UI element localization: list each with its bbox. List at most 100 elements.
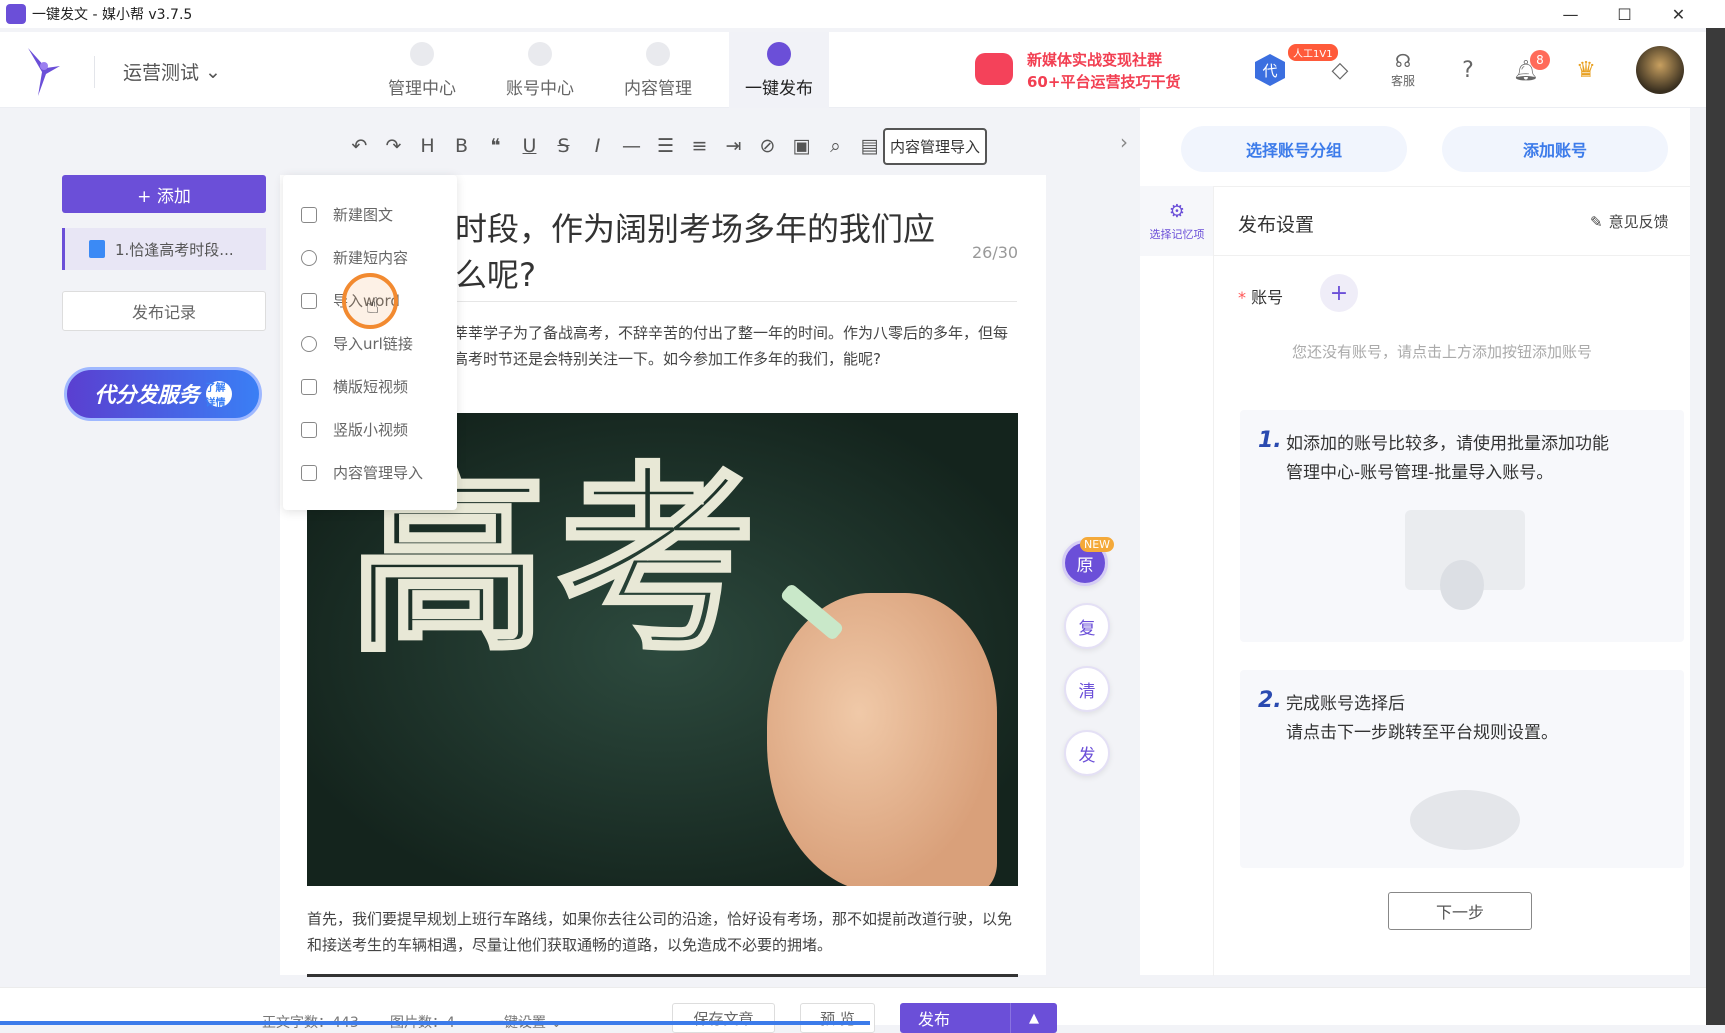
article-title-input[interactable]: 时段，作为阔别考场多年的我们应么呢?: [455, 206, 945, 298]
heading-icon[interactable]: H: [418, 135, 437, 157]
feedback-link[interactable]: ✎ 意见反馈: [1590, 211, 1669, 232]
workspace-selector[interactable]: 运营测试 ⌄: [123, 58, 221, 85]
close-button[interactable]: ✕: [1651, 0, 1706, 28]
tip-text: 完成账号选择后 请点击下一步跳转至平台规则设置。: [1286, 694, 1558, 743]
promo-banner[interactable]: 新媒体实战变现社群 60+平台运营技巧干货: [975, 47, 1190, 91]
service-badge: 了解详情: [205, 381, 232, 409]
workspace-label: 运营测试: [123, 62, 200, 84]
avatar[interactable]: [1636, 46, 1684, 94]
document-icon: [89, 240, 105, 258]
customer-service-button[interactable]: ☊ 客服: [1385, 51, 1421, 88]
distribution-service-banner[interactable]: 代分发服务 了解详情: [64, 367, 262, 421]
menu-new-article[interactable]: 新建图文: [283, 193, 457, 236]
window-edge: [1706, 28, 1725, 1025]
rail-label: 选择记忆项: [1149, 227, 1205, 241]
settings-title: 发布设置: [1238, 214, 1315, 236]
add-account-icon[interactable]: +: [1320, 274, 1358, 312]
app-icon: [6, 4, 26, 24]
link-icon: [301, 335, 317, 352]
divider: [1140, 186, 1690, 187]
settings-rail-item[interactable]: ⚙ 选择记忆项: [1140, 186, 1214, 256]
publish-options-button[interactable]: ▲: [1010, 1003, 1057, 1033]
align-icon[interactable]: ≡: [690, 135, 709, 157]
publish-history-button[interactable]: 发布记录: [62, 291, 266, 331]
tip-card-2: 2. 完成账号选择后 请点击下一步跳转至平台规则设置。: [1240, 670, 1684, 868]
maximize-button[interactable]: ☐: [1597, 0, 1652, 28]
copy-button[interactable]: 复: [1064, 603, 1110, 649]
redo-icon[interactable]: ↷: [384, 135, 403, 157]
send-button[interactable]: 发: [1064, 730, 1110, 776]
image-icon[interactable]: ▣: [792, 135, 811, 157]
document-icon[interactable]: ▤: [860, 135, 879, 157]
tip-text: 如添加的账号比较多，请使用批量添加功能 管理中心-账号管理-批量导入账号。: [1286, 434, 1609, 483]
headset-icon: ☊: [1395, 51, 1411, 72]
diamond-icon[interactable]: ◇: [1322, 52, 1358, 88]
divider: [1214, 255, 1690, 256]
crown-icon[interactable]: ♛: [1568, 52, 1604, 88]
next-step-button[interactable]: 下一步: [1388, 892, 1532, 930]
menu-content-import[interactable]: 内容管理导入: [283, 451, 457, 494]
required-mark: *: [1238, 288, 1246, 307]
image-hand: [767, 593, 997, 886]
tip-number: 1.: [1258, 428, 1282, 453]
indent-icon[interactable]: ⇥: [724, 135, 743, 157]
menu-label: 横版短视频: [333, 378, 409, 396]
tab-label: 管理中心: [388, 78, 456, 99]
menu-label: 导入url链接: [333, 335, 413, 353]
notification-count: 8: [1530, 50, 1550, 70]
search-icon[interactable]: ⌕: [826, 135, 845, 157]
robot-icon: [1440, 560, 1484, 610]
minimize-button[interactable]: —: [1543, 0, 1598, 28]
menu-horizontal-video[interactable]: 横版短视频: [283, 365, 457, 408]
menu-vertical-video[interactable]: 竖版小视频: [283, 408, 457, 451]
feedback-label: 意见反馈: [1608, 213, 1669, 231]
select-account-group-button[interactable]: 选择账号分组: [1181, 126, 1407, 172]
agent-service-icon[interactable]: 代: [1252, 52, 1288, 88]
clear-button[interactable]: 清: [1064, 666, 1110, 712]
add-button[interactable]: + 添加: [62, 175, 266, 213]
clear-format-icon[interactable]: ⊘: [758, 135, 777, 157]
article-paragraph[interactable]: 首先，我们要提早规划上班行车路线，如果你去往公司的沿途，恰好设有考场，那不如提前…: [307, 906, 1019, 958]
italic-icon[interactable]: I: [588, 135, 607, 157]
word-icon: [301, 292, 317, 309]
account-icon: [528, 41, 552, 66]
tip-number: 2.: [1258, 688, 1282, 713]
promo-line-2: 60+平台运营技巧干货: [1027, 73, 1181, 91]
article-list-item[interactable]: 1.恰逢高考时段...: [62, 228, 266, 270]
undo-icon[interactable]: ↶: [350, 135, 369, 157]
title-bar: [0, 0, 1725, 28]
article-paragraph[interactable]: ，莘莘学子为了备战高考，不辞辛苦的付出了整一年的时间。作为八零后的多年，但每逢高…: [438, 320, 1018, 372]
empty-account-hint: 您还没有账号，请点击上方添加按钮添加账号: [1292, 343, 1593, 361]
chevron-down-icon: ⌄: [205, 60, 221, 83]
tab-label: 内容管理: [624, 78, 692, 99]
management-icon: [410, 41, 434, 66]
help-icon[interactable]: ?: [1450, 52, 1486, 88]
strikethrough-icon[interactable]: S: [554, 135, 573, 157]
preview-button[interactable]: 预 览: [800, 1003, 875, 1033]
cursor-icon: ☝: [366, 294, 380, 319]
tab-label: 一键发布: [745, 78, 813, 99]
underline-icon[interactable]: U: [520, 135, 539, 157]
customer-service-label: 客服: [1390, 74, 1415, 88]
article-item-label: 1.恰逢高考时段...: [115, 240, 234, 259]
tip-card-1: 1. 如添加的账号比较多，请使用批量添加功能 管理中心-账号管理-批量导入账号。: [1240, 410, 1684, 642]
divider: [1213, 186, 1214, 976]
tab-label: 账号中心: [506, 78, 574, 99]
bold-icon[interactable]: B: [452, 135, 471, 157]
content-import-button[interactable]: 内容管理导入: [883, 128, 987, 165]
chat-icon: [301, 249, 317, 266]
tab-one-click-publish[interactable]: 一键发布: [729, 32, 829, 108]
brand-logo-icon: [20, 44, 66, 100]
tab-management-center[interactable]: 管理中心: [372, 32, 472, 108]
save-article-button[interactable]: 保存文章: [672, 1003, 775, 1033]
quote-icon[interactable]: ❝: [486, 135, 505, 157]
add-account-button[interactable]: 添加账号: [1442, 126, 1668, 172]
tab-content-management[interactable]: 内容管理: [608, 32, 708, 108]
camera-icon: [301, 421, 317, 438]
list-icon[interactable]: ☰: [656, 135, 675, 157]
horizontal-rule-icon[interactable]: —: [622, 135, 641, 157]
chevron-right-icon[interactable]: ›: [1120, 130, 1128, 154]
service-banner-label: 代分发服务: [94, 383, 200, 407]
edit-icon: ✎: [1590, 212, 1603, 231]
tab-account-center[interactable]: 账号中心: [490, 32, 590, 108]
